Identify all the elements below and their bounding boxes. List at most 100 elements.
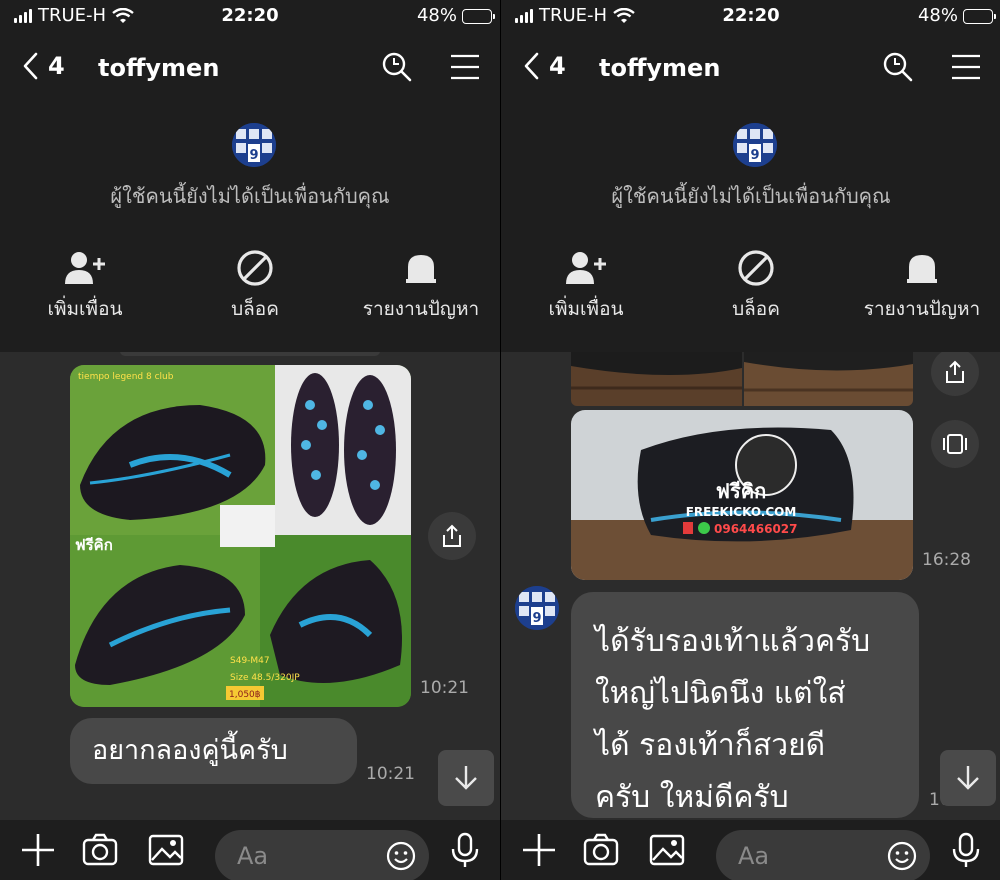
report-icon <box>907 255 937 283</box>
profile-avatar[interactable]: 9 <box>232 123 276 167</box>
photo-phone: 0964466027 <box>714 522 798 536</box>
add-friend-button[interactable]: เพิ่มเพื่อน <box>501 248 671 324</box>
scroll-down-icon <box>957 766 979 790</box>
not-friend-notice: ผู้ใช้คนนี้ยังไม่ได้เป็นเพื่อนกับคุณ <box>611 184 891 208</box>
battery-icon <box>963 8 996 24</box>
received-message-bubble[interactable]: ได้รับรองเท้าแล้วครับ ใหญ่ไปนิดนึง แต่ใส… <box>571 592 919 818</box>
photo-brand-thai: ฟรีคิก <box>716 479 766 503</box>
back-button[interactable]: 4 <box>523 52 566 80</box>
report-button[interactable]: รายงานปัญหา <box>336 248 500 324</box>
status-battery: 48% <box>917 4 996 28</box>
block-button[interactable]: บล็อค <box>671 248 841 324</box>
back-chevron-icon <box>23 52 38 80</box>
not-friend-notice: ผู้ใช้คนนี้ยังไม่ได้เป็นเพื่อนกับคุณ <box>110 184 390 208</box>
reply-line-2: ใหญ่ไปนิดนึง แต่ใส่ <box>595 676 846 711</box>
add-friend-icon <box>65 252 105 284</box>
block-button[interactable]: บล็อค <box>170 248 340 324</box>
battery-percent: 48% <box>917 5 958 26</box>
microphone-icon[interactable] <box>948 832 984 868</box>
chat-header: TRUE-H 22:20 48% 4 toffymen 9 ผู้ใช้คนนี… <box>501 0 1000 352</box>
svg-text:9: 9 <box>750 148 759 163</box>
avatar-image: 9 <box>733 123 777 167</box>
chat-title: toffymen <box>98 54 220 82</box>
photo-size-detail: Size 48.5/320JP <box>230 673 300 683</box>
photo-timestamp: 16:28 <box>922 550 971 570</box>
reply-line-4: ครับ ใหม่ดีครับ <box>595 780 789 815</box>
battery-percent: 48% <box>416 5 457 26</box>
received-photo-top-left[interactable] <box>571 352 742 406</box>
boots-side-image <box>744 352 913 406</box>
menu-icon[interactable] <box>448 50 482 84</box>
chat-title: toffymen <box>599 54 721 82</box>
nav-bar: 4 toffymen <box>501 46 1000 90</box>
report-icon <box>406 255 436 283</box>
boots-image: tiempo legend 8 club ฟรีคิก S49-M47 Size… <box>70 365 411 707</box>
back-button[interactable]: 4 <box>22 52 65 80</box>
search-icon[interactable] <box>881 50 915 84</box>
expand-button[interactable] <box>931 420 979 468</box>
search-icon[interactable] <box>380 50 414 84</box>
gallery-icon[interactable] <box>649 832 685 868</box>
message-input[interactable] <box>237 840 387 872</box>
reply-line-3: ได้ รองเท้าก็สวยดี <box>595 728 826 763</box>
microphone-icon[interactable] <box>447 832 483 868</box>
share-button[interactable] <box>931 352 979 396</box>
photo-price: 1,050฿ <box>229 690 261 700</box>
plus-icon[interactable] <box>521 832 557 868</box>
block-icon <box>237 250 273 286</box>
status-battery: 48% <box>416 4 495 28</box>
add-friend-icon <box>566 252 606 284</box>
photo-timestamp: 10:21 <box>420 678 469 698</box>
photo-shop-name: ฟรีคิก <box>75 536 113 554</box>
message-timestamp: 10:21 <box>366 764 415 784</box>
emoji-icon[interactable] <box>886 840 918 872</box>
profile-avatar[interactable]: 9 <box>733 123 777 167</box>
input-bar <box>0 820 500 880</box>
gallery-icon[interactable] <box>148 832 184 868</box>
camera-icon[interactable] <box>82 832 118 868</box>
add-friend-button[interactable]: เพิ่มเพื่อน <box>0 248 170 324</box>
scroll-down-button[interactable] <box>438 750 494 806</box>
input-bar <box>501 820 1000 880</box>
photo-brand-url: FREEKICKO.COM <box>686 505 797 519</box>
product-photo[interactable]: tiempo legend 8 club ฟรีคิก S49-M47 Size… <box>70 365 411 707</box>
share-icon <box>443 524 461 547</box>
block-icon <box>738 250 774 286</box>
report-label: รายงานปัญหา <box>863 298 981 320</box>
boots-heel-image: ฟรีคิก FREEKICKO.COM 0964466027 <box>571 410 913 580</box>
expand-icon <box>943 434 967 454</box>
menu-icon[interactable] <box>949 50 983 84</box>
camera-icon[interactable] <box>583 832 619 868</box>
message-input[interactable] <box>738 840 888 872</box>
share-button[interactable] <box>428 512 476 560</box>
svg-text:9: 9 <box>249 148 258 163</box>
plus-icon[interactable] <box>20 832 56 868</box>
unread-count: 4 <box>549 52 566 80</box>
message-list[interactable]: ฟรีคิก FREEKICKO.COM 0964466027 16:28 9 … <box>501 352 1000 820</box>
block-label: บล็อค <box>231 298 279 320</box>
avatar-image: 9 <box>232 123 276 167</box>
sent-message-bubble[interactable]: อยากลองคู่นี้ครับ <box>70 718 357 784</box>
block-label: บล็อค <box>732 298 780 320</box>
svg-text:9: 9 <box>532 611 541 626</box>
report-button[interactable]: รายงานปัญหา <box>837 248 1000 324</box>
scroll-down-button[interactable] <box>940 750 996 806</box>
sender-avatar[interactable]: 9 <box>515 586 559 630</box>
back-chevron-icon <box>524 52 539 80</box>
scroll-down-icon <box>455 766 477 790</box>
reply-line-1: ได้รับรองเท้าแล้วครับ <box>595 624 871 659</box>
received-photo-main[interactable]: ฟรีคิก FREEKICKO.COM 0964466027 <box>571 410 913 580</box>
chat-screen-right: TRUE-H 22:20 48% 4 toffymen 9 ผู้ใช้คนนี… <box>501 0 1000 880</box>
received-photo-top-right[interactable] <box>744 352 913 406</box>
nav-bar: 4 toffymen <box>0 46 500 90</box>
message-input-box[interactable] <box>716 830 930 880</box>
message-input-box[interactable] <box>215 830 429 880</box>
boots-sole-image <box>571 352 742 406</box>
share-icon <box>946 360 964 383</box>
report-label: รายงานปัญหา <box>362 298 480 320</box>
avatar-image: 9 <box>515 586 559 630</box>
message-list[interactable]: tiempo legend 8 club ฟรีคิก S49-M47 Size… <box>0 352 500 820</box>
add-friend-label: เพิ่มเพื่อน <box>47 298 123 320</box>
photo-caption-title: tiempo legend 8 club <box>78 372 174 382</box>
emoji-icon[interactable] <box>385 840 417 872</box>
